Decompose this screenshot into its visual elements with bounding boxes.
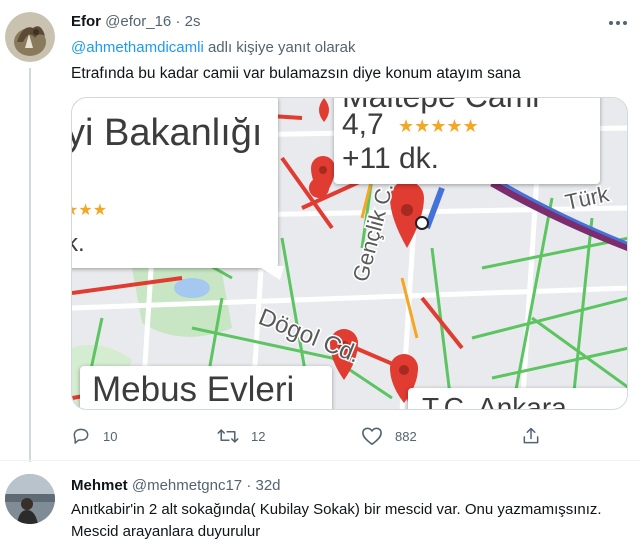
retweet-button[interactable]: 12	[217, 424, 265, 448]
reply-author-handle[interactable]: @mehmetgnc17	[132, 477, 242, 494]
author-name[interactable]: Efor	[71, 13, 101, 30]
replying-to: @ahmethamdicamli adlı kişiye yanıt olara…	[71, 38, 356, 58]
reply-icon	[73, 428, 89, 444]
tweet-divider	[0, 460, 640, 461]
reply-author-name[interactable]: Mehmet	[71, 477, 128, 494]
callout-top-rating: 4,7	[342, 108, 384, 141]
reply-header: Mehmet @mehmetgnc17 · 32d	[71, 476, 281, 496]
reply-author-avatar[interactable]	[5, 474, 55, 524]
map-callout-left: yi Bakanlığı ★★★ k.	[71, 98, 278, 268]
more-icon	[609, 21, 627, 25]
header-separator: ·	[175, 13, 181, 30]
retweet-count: 12	[251, 428, 266, 444]
reply-button[interactable]: 10	[71, 424, 117, 448]
callout-left-pointer	[258, 266, 284, 280]
tweet-actions: 10 12 882	[71, 424, 551, 448]
tweet-media-map[interactable]: Gençlik C. Dögol Cd. Türk yi Bakanlığı ★…	[71, 97, 628, 410]
reply-text: Anıtkabir'in 2 alt sokağında( Kubilay So…	[71, 501, 602, 540]
callout-left-title: yi Bakanlığı	[71, 112, 263, 154]
tweet-header: Efor @efor_16 · 2s	[71, 12, 200, 32]
reply-time[interactable]: 32d	[255, 477, 280, 494]
map-callout-bottom-left: Mebus Evleri	[80, 366, 332, 409]
callout-left-fragment: k.	[72, 230, 85, 257]
like-count: 882	[395, 428, 417, 444]
callout-top-stars: ★★★★★	[398, 116, 479, 136]
share-button[interactable]	[521, 424, 541, 448]
map-callout-top: Maltepe Cami 4,7 ★★★★★ +11 dk.	[334, 98, 600, 184]
callout-top-time: +11 dk.	[342, 142, 440, 175]
heart-icon	[362, 427, 382, 445]
more-options-button[interactable]	[606, 12, 630, 34]
share-icon	[523, 427, 539, 444]
reply-to-suffix: adlı kişiye yanıt olarak	[203, 39, 356, 56]
author-avatar[interactable]	[5, 12, 55, 62]
reply-count: 10	[103, 428, 118, 444]
author-handle[interactable]: @efor_16	[105, 13, 171, 30]
tweet-time[interactable]: 2s	[185, 13, 201, 30]
map-callout-bottom-right: T.C. Ankara	[408, 388, 627, 410]
thread-line	[29, 68, 31, 462]
like-button[interactable]: 882	[361, 424, 417, 448]
retweet-icon	[217, 429, 239, 443]
tweet[interactable]: Efor @efor_16 · 2s @ahmethamdicamli adlı…	[0, 0, 640, 462]
callout-bottom-left-label: Mebus Evleri	[92, 370, 295, 409]
tweet-text: Etrafında bu kadar camii var bulamazsın …	[71, 65, 521, 82]
reply-to-mention[interactable]: @ahmethamdicamli	[71, 39, 204, 56]
callout-bottom-right-label: T.C. Ankara	[422, 392, 567, 410]
callout-left-stars: ★★★	[72, 202, 108, 219]
reply-header-separator: ·	[246, 477, 252, 494]
